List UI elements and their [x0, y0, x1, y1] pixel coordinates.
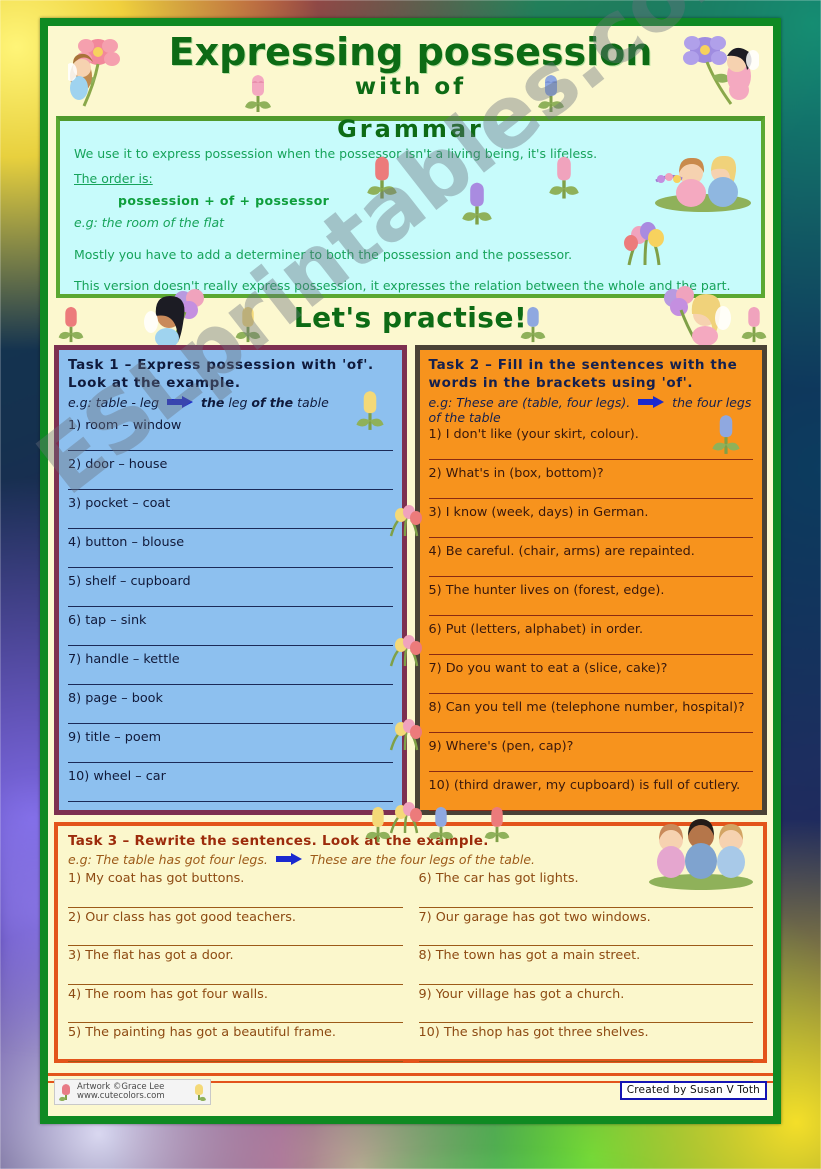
task-1-item[interactable]: 5) shelf – cupboard	[68, 574, 393, 608]
lets-practise-banner: Let's practise!	[48, 286, 773, 346]
task-1-item-list: 1) room – window 2) door – house 3) pock…	[68, 418, 393, 803]
lets-practise-label: Let's practise!	[293, 301, 528, 334]
task-2-item[interactable]: 1) I don't like (your skirt, colour).	[428, 427, 753, 460]
task-3-panel: Task 3 – Rewrite the sentences. Look at …	[54, 806, 767, 1063]
footer-stripe	[48, 1073, 773, 1076]
artwork-credit-badge: Artwork ©Grace Lee www.cutecolors.com	[54, 1079, 211, 1105]
task-2-item[interactable]: 5) The hunter lives on (forest, edge).	[428, 583, 753, 616]
task-3-item[interactable]: 1) My coat has got buttons.	[68, 869, 403, 908]
artwork-credit-text: Artwork ©Grace Lee www.cutecolors.com	[77, 1083, 188, 1101]
task-3-grid: 1) My coat has got buttons. 2) Our class…	[68, 869, 753, 1062]
grammar-rule: possession + of + possessor	[118, 192, 330, 208]
task-1-item[interactable]: 10) wheel – car	[68, 769, 393, 803]
task-1-example: e.g: table - leg the leg of the table	[68, 395, 393, 411]
arrow-right-icon	[166, 395, 193, 408]
task-2-item[interactable]: 10) (third drawer, my cupboard) is full …	[428, 778, 753, 811]
task-1-item[interactable]: 1) room – window	[68, 418, 393, 452]
task-2-example: e.g: These are (table, four legs). the f…	[429, 395, 754, 426]
task-1-item[interactable]: 7) handle – kettle	[68, 652, 393, 686]
task-1-item[interactable]: 9) title – poem	[68, 730, 393, 764]
task-1-example-prefix: e.g: table - leg	[68, 394, 159, 410]
task-2-item[interactable]: 2) What's in (box, bottom)?	[428, 466, 753, 499]
task-3-item[interactable]: 6) The car has got lights.	[418, 869, 753, 908]
worksheet-footer: Artwork ©Grace Lee www.cutecolors.com Cr…	[48, 1063, 773, 1107]
task-3-item[interactable]: 8) The town has got a main street.	[418, 946, 753, 985]
task-2-title: Task 2 – Fill in the sentences with the …	[428, 357, 738, 391]
artwork-credit-line-2: www.cutecolors.com	[77, 1091, 165, 1101]
page-subtitle: with of	[354, 74, 467, 100]
task-3-item[interactable]: 10) The shop has got three shelves.	[418, 1023, 753, 1062]
page-title: Expressing possession	[168, 30, 653, 74]
worksheet-header: Expressing possession with of	[48, 26, 773, 116]
task-1-item[interactable]: 3) pocket – coat	[68, 496, 393, 530]
arrow-right-icon	[275, 853, 302, 865]
task-2-example-prefix: e.g: These are (table, four legs).	[428, 394, 631, 410]
task-2-item[interactable]: 4) Be careful. (chair, arms) are repaint…	[428, 544, 753, 577]
task-3-item[interactable]: 3) The flat has got a door.	[68, 946, 403, 985]
task-1-example-a1: the	[200, 394, 225, 410]
created-by-badge: Created by Susan V Toth	[619, 1081, 767, 1100]
task-2-panel: Task 2 – Fill in the sentences with the …	[414, 345, 767, 815]
task-3-example-answer: These are the four legs of the table.	[309, 852, 535, 867]
task-1-title: Task 1 – Express possession with 'of'. L…	[68, 357, 374, 391]
arrow-right-icon	[638, 395, 665, 408]
grammar-order-label: The order is:	[74, 171, 153, 187]
tasks-row: Task 1 – Express possession with 'of'. L…	[48, 345, 773, 815]
task-2-item[interactable]: 9) Where's (pen, cap)?	[428, 739, 753, 772]
task-3-example-prefix: e.g: The table has got four legs.	[68, 852, 268, 867]
task-3-item[interactable]: 4) The room has got four walls.	[68, 985, 403, 1023]
task-3-right-column: 6) The car has got lights. 7) Our garage…	[418, 869, 753, 1062]
task-1-item[interactable]: 8) page – book	[68, 691, 393, 725]
task-2-item[interactable]: 8) Can you tell me (telephone number, ho…	[428, 700, 753, 733]
grammar-line-1: We use it to express possession when the…	[74, 146, 598, 161]
grammar-box: Grammar We use it to express possession …	[56, 115, 765, 298]
task-3-item[interactable]: 9) Your village has got a church.	[418, 985, 753, 1023]
task-2-item[interactable]: 6) Put (letters, alphabet) in order.	[428, 622, 753, 655]
task-1-item[interactable]: 2) door – house	[68, 457, 393, 491]
task-1-example-a4: table	[297, 394, 329, 410]
task-1-example-a3: of the	[251, 394, 294, 410]
grammar-line-3: Mostly you have to add a determiner to b…	[74, 246, 573, 262]
grammar-line-4: This version doesn't really express poss…	[74, 278, 731, 294]
task-1-panel: Task 1 – Express possession with 'of'. L…	[54, 345, 407, 815]
grammar-example: e.g: the room of the flat	[74, 215, 224, 231]
task-3-title: Task 3 – Rewrite the sentences. Look at …	[68, 833, 489, 849]
worksheet-sheet: Expressing possession with of Grammar We…	[40, 18, 781, 1124]
task-2-item[interactable]: 7) Do you want to eat a (slice, cake)?	[428, 661, 753, 694]
task-3-example: e.g: The table has got four legs. These …	[68, 852, 753, 867]
task-3-left-column: 1) My coat has got buttons. 2) Our class…	[68, 869, 403, 1062]
task-2-item[interactable]: 3) I know (week, days) in German.	[428, 505, 753, 538]
task-3-item[interactable]: 2) Our class has got good teachers.	[68, 908, 403, 946]
task-2-item-list: 1) I don't like (your skirt, colour). 2)…	[428, 427, 753, 811]
task-1-item[interactable]: 4) button – blouse	[68, 535, 393, 569]
tulip-icon	[58, 1083, 74, 1101]
task-1-item[interactable]: 6) tap – sink	[68, 613, 393, 647]
task-3-item[interactable]: 5) The painting has got a beautiful fram…	[68, 1023, 403, 1062]
task-3-item[interactable]: 7) Our garage has got two windows.	[418, 908, 753, 946]
grammar-heading: Grammar	[337, 115, 484, 143]
tulip-icon-2	[191, 1083, 207, 1101]
task-1-example-a2: leg	[228, 394, 248, 410]
